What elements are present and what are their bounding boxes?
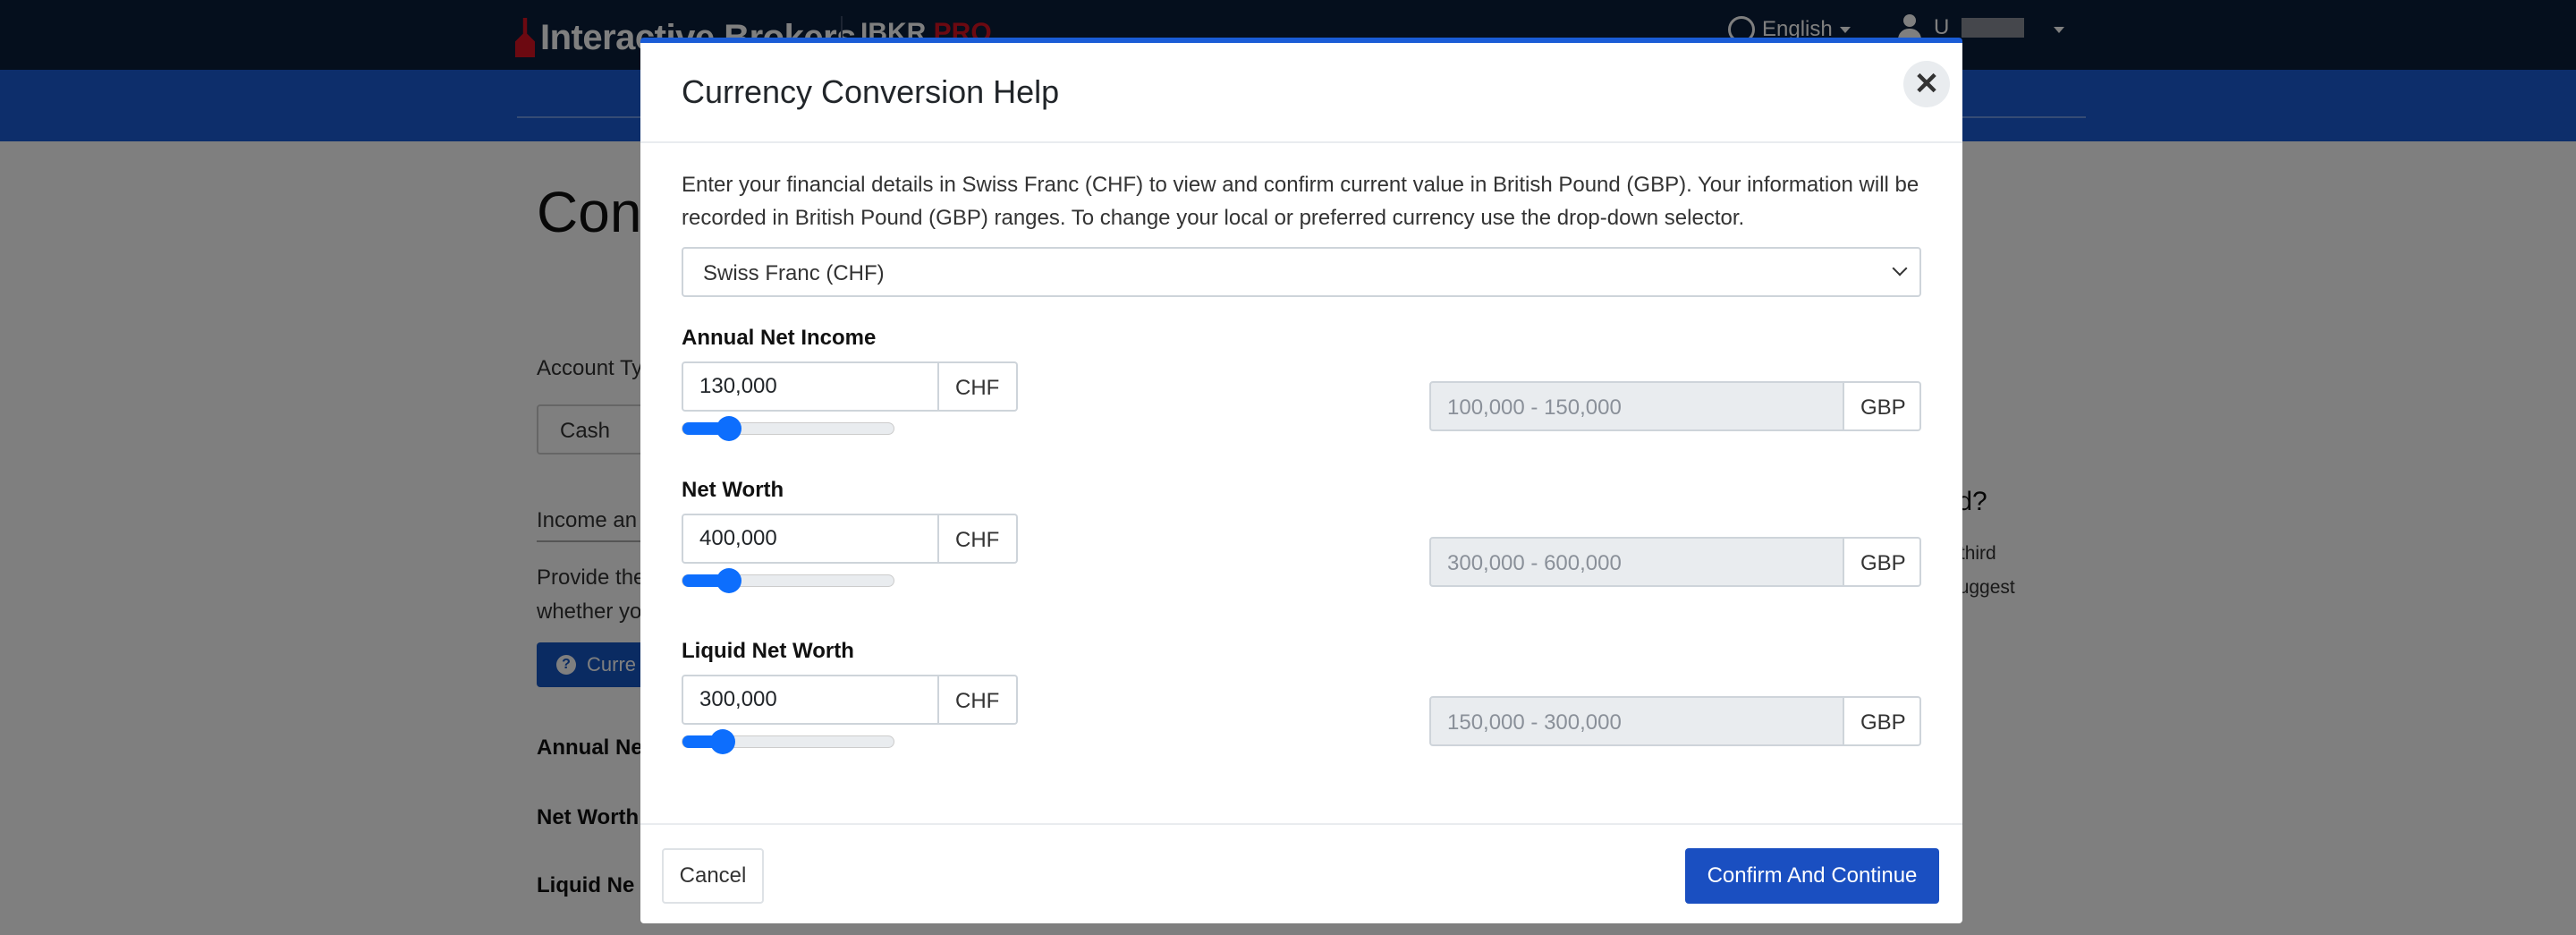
annual-net-income-label: Annual Net Income	[682, 326, 877, 350]
liquid-net-worth-range-unit: GBP	[1844, 696, 1921, 746]
currency-select-value: Swiss Franc (CHF)	[703, 261, 885, 285]
net-worth-range-unit: GBP	[1844, 537, 1921, 587]
net-worth-group: 400,000 CHF	[682, 514, 1018, 564]
annual-net-income-unit: CHF	[939, 361, 1018, 412]
annual-net-income-range: 100,000 - 150,000	[1429, 381, 1844, 431]
net-worth-range-group: 300,000 - 600,000 GBP	[1429, 537, 1921, 587]
net-worth-label: Net Worth	[682, 478, 784, 502]
slider-thumb[interactable]	[716, 568, 741, 593]
chevron-down-icon	[1892, 260, 1908, 276]
annual-net-income-slider[interactable]	[682, 416, 894, 441]
net-worth-slider[interactable]	[682, 568, 894, 593]
annual-net-income-group: 130,000 CHF	[682, 361, 1018, 412]
net-worth-unit: CHF	[939, 514, 1018, 564]
liquid-net-worth-slider[interactable]	[682, 729, 894, 754]
annual-net-income-range-group: 100,000 - 150,000 GBP	[1429, 381, 1921, 431]
liquid-net-worth-unit: CHF	[939, 675, 1018, 725]
confirm-and-continue-button[interactable]: Confirm And Continue	[1685, 848, 1939, 904]
liquid-net-worth-range: 150,000 - 300,000	[1429, 696, 1844, 746]
modal-header: Currency Conversion Help ✕	[640, 43, 1962, 143]
close-icon[interactable]: ✕	[1903, 61, 1950, 107]
net-worth-range: 300,000 - 600,000	[1429, 537, 1844, 587]
currency-conversion-modal: Currency Conversion Help ✕ Enter your fi…	[640, 38, 1962, 923]
currency-select[interactable]: Swiss Franc (CHF)	[682, 247, 1921, 297]
cancel-button[interactable]: Cancel	[662, 848, 764, 904]
slider-thumb[interactable]	[716, 416, 741, 441]
liquid-net-worth-range-group: 150,000 - 300,000 GBP	[1429, 696, 1921, 746]
liquid-net-worth-input[interactable]: 300,000	[682, 675, 939, 725]
modal-title: Currency Conversion Help	[682, 73, 1060, 110]
net-worth-input[interactable]: 400,000	[682, 514, 939, 564]
annual-net-income-input[interactable]: 130,000	[682, 361, 939, 412]
liquid-net-worth-group: 300,000 CHF	[682, 675, 1018, 725]
modal-footer: Cancel Confirm And Continue	[640, 823, 1962, 923]
slider-thumb[interactable]	[709, 729, 735, 754]
intro-text: Enter your financial details in Swiss Fr…	[682, 173, 1919, 230]
annual-net-income-range-unit: GBP	[1844, 381, 1921, 431]
liquid-net-worth-label: Liquid Net Worth	[682, 639, 854, 663]
